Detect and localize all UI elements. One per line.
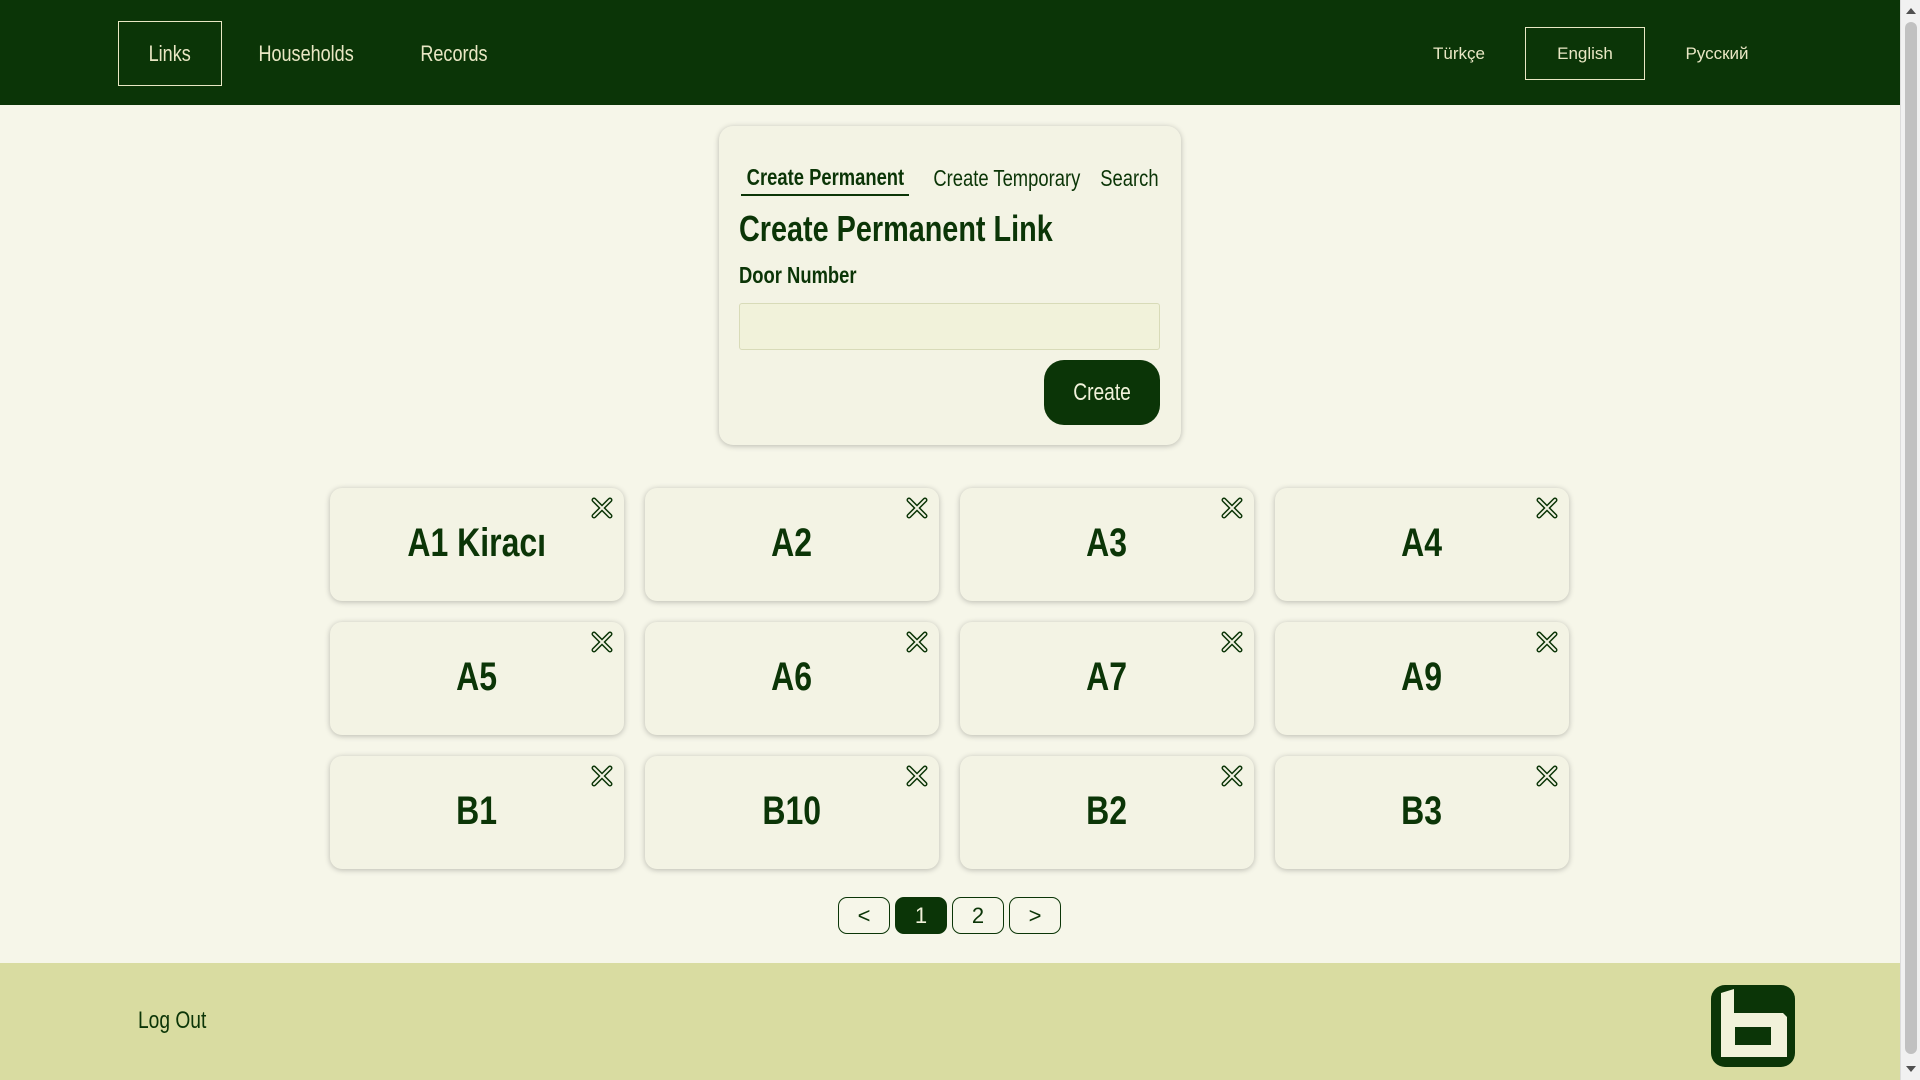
brand-b-logo-icon[interactable] — [1711, 985, 1795, 1067]
link-card-label: B1 — [456, 788, 498, 833]
close-icon — [1536, 765, 1558, 787]
tab-create-temporary[interactable]: Create Temporary — [923, 160, 1091, 196]
close-icon — [591, 497, 613, 519]
link-card[interactable]: B3 — [1275, 756, 1569, 869]
page-2-button[interactable]: 2 — [952, 897, 1004, 934]
language-russian[interactable]: Русский — [1667, 27, 1767, 80]
delete-link-button[interactable] — [1535, 764, 1559, 788]
link-card-label: B2 — [1086, 788, 1128, 833]
delete-link-button[interactable] — [1220, 630, 1244, 654]
close-icon — [906, 765, 928, 787]
close-icon — [906, 631, 928, 653]
link-card-name[interactable]: A3 — [960, 508, 1254, 578]
link-card-name[interactable]: A4 — [1275, 508, 1569, 578]
language-english-label: English — [1557, 43, 1613, 63]
delete-link-button[interactable] — [1535, 630, 1559, 654]
nav-links[interactable]: Links — [118, 21, 222, 86]
delete-link-button[interactable] — [1220, 496, 1244, 520]
link-card-name[interactable]: A9 — [1275, 642, 1569, 712]
link-card[interactable]: A6 — [645, 622, 939, 735]
tab-create-permanent[interactable]: Create Permanent — [741, 160, 909, 196]
link-card-name[interactable]: A7 — [960, 642, 1254, 712]
link-card[interactable]: B1 — [330, 756, 624, 869]
link-card[interactable]: A9 — [1275, 622, 1569, 735]
link-card[interactable]: A5 — [330, 622, 624, 735]
delete-link-button[interactable] — [1535, 496, 1559, 520]
language-turkish-label: Türkçe — [1433, 43, 1485, 63]
link-card-label: B3 — [1401, 788, 1443, 833]
next-page-button[interactable]: > — [1009, 897, 1061, 934]
delete-link-button[interactable] — [590, 630, 614, 654]
language-turkish[interactable]: Türkçe — [1411, 27, 1507, 80]
delete-link-button[interactable] — [1220, 764, 1244, 788]
nav-links-label: Links — [148, 40, 192, 66]
tab-create-permanent-label: Create Permanent — [746, 163, 904, 190]
link-card-label: A6 — [771, 654, 813, 699]
delete-link-button[interactable] — [905, 630, 929, 654]
page-scrollbar[interactable] — [1900, 0, 1920, 1080]
door-number-label: Door Number — [739, 262, 857, 288]
close-icon — [906, 497, 928, 519]
prev-page-button[interactable]: < — [838, 897, 890, 934]
form-title: Create Permanent Link — [739, 208, 1053, 249]
close-icon — [1221, 765, 1243, 787]
link-card-name[interactable]: A2 — [645, 508, 939, 578]
close-icon — [1221, 497, 1243, 519]
create-button[interactable]: Create — [1044, 360, 1160, 425]
close-icon — [591, 631, 613, 653]
close-icon — [1536, 631, 1558, 653]
language-russian-label: Русский — [1685, 43, 1749, 63]
link-card-name[interactable]: A6 — [645, 642, 939, 712]
link-card-label: A4 — [1401, 520, 1443, 565]
link-card-label: A3 — [1086, 520, 1128, 565]
door-number-input[interactable] — [739, 303, 1160, 350]
logout-link[interactable]: Log Out — [138, 1007, 206, 1035]
link-card[interactable]: B10 — [645, 756, 939, 869]
link-card[interactable]: B2 — [960, 756, 1254, 869]
link-card-name[interactable]: B1 — [330, 776, 624, 846]
scroll-thumb[interactable] — [1905, 22, 1917, 1054]
link-card[interactable]: A2 — [645, 488, 939, 601]
nav-households-label: Households — [258, 40, 354, 66]
link-card-label: A5 — [456, 654, 498, 699]
scroll-down-arrow-icon[interactable] — [1906, 1066, 1916, 1072]
page-1-button[interactable]: 1 — [895, 897, 947, 934]
tab-create-temporary-label: Create Temporary — [933, 164, 1081, 191]
delete-link-button[interactable] — [905, 496, 929, 520]
delete-link-button[interactable] — [590, 764, 614, 788]
link-card-name[interactable]: A1 Kiracı — [330, 508, 624, 578]
link-card[interactable]: A4 — [1275, 488, 1569, 601]
create-button-label: Create — [1073, 378, 1131, 406]
close-icon — [591, 765, 613, 787]
nav-records[interactable]: Records — [397, 21, 511, 86]
link-card-label: B10 — [762, 788, 822, 833]
link-card-name[interactable]: B10 — [645, 776, 939, 846]
brand-logo-glyph — [1721, 989, 1787, 1057]
link-card-label: A1 Kiracı — [407, 520, 547, 565]
language-english[interactable]: English — [1525, 27, 1645, 80]
create-link-panel: Create Permanent Create Temporary Search… — [719, 126, 1181, 445]
link-card[interactable]: A7 — [960, 622, 1254, 735]
nav-records-label: Records — [420, 40, 488, 66]
link-card[interactable]: A3 — [960, 488, 1254, 601]
link-card-name[interactable]: A5 — [330, 642, 624, 712]
delete-link-button[interactable] — [590, 496, 614, 520]
close-icon — [1536, 497, 1558, 519]
footer: Log Out — [0, 963, 1900, 1080]
link-card-label: A9 — [1401, 654, 1443, 699]
nav-households[interactable]: Households — [243, 21, 369, 86]
close-icon — [1221, 631, 1243, 653]
tab-search-label: Search — [1099, 164, 1159, 191]
scroll-up-arrow-icon[interactable] — [1906, 8, 1916, 14]
delete-link-button[interactable] — [905, 764, 929, 788]
link-card-label: A2 — [771, 520, 813, 565]
link-card-name[interactable]: B2 — [960, 776, 1254, 846]
top-navigation-bar: Links Households Records Türkçe English … — [0, 0, 1900, 105]
link-card[interactable]: A1 Kiracı — [330, 488, 624, 601]
link-card-name[interactable]: B3 — [1275, 776, 1569, 846]
tab-search[interactable]: Search — [1088, 160, 1170, 196]
link-card-label: A7 — [1086, 654, 1128, 699]
